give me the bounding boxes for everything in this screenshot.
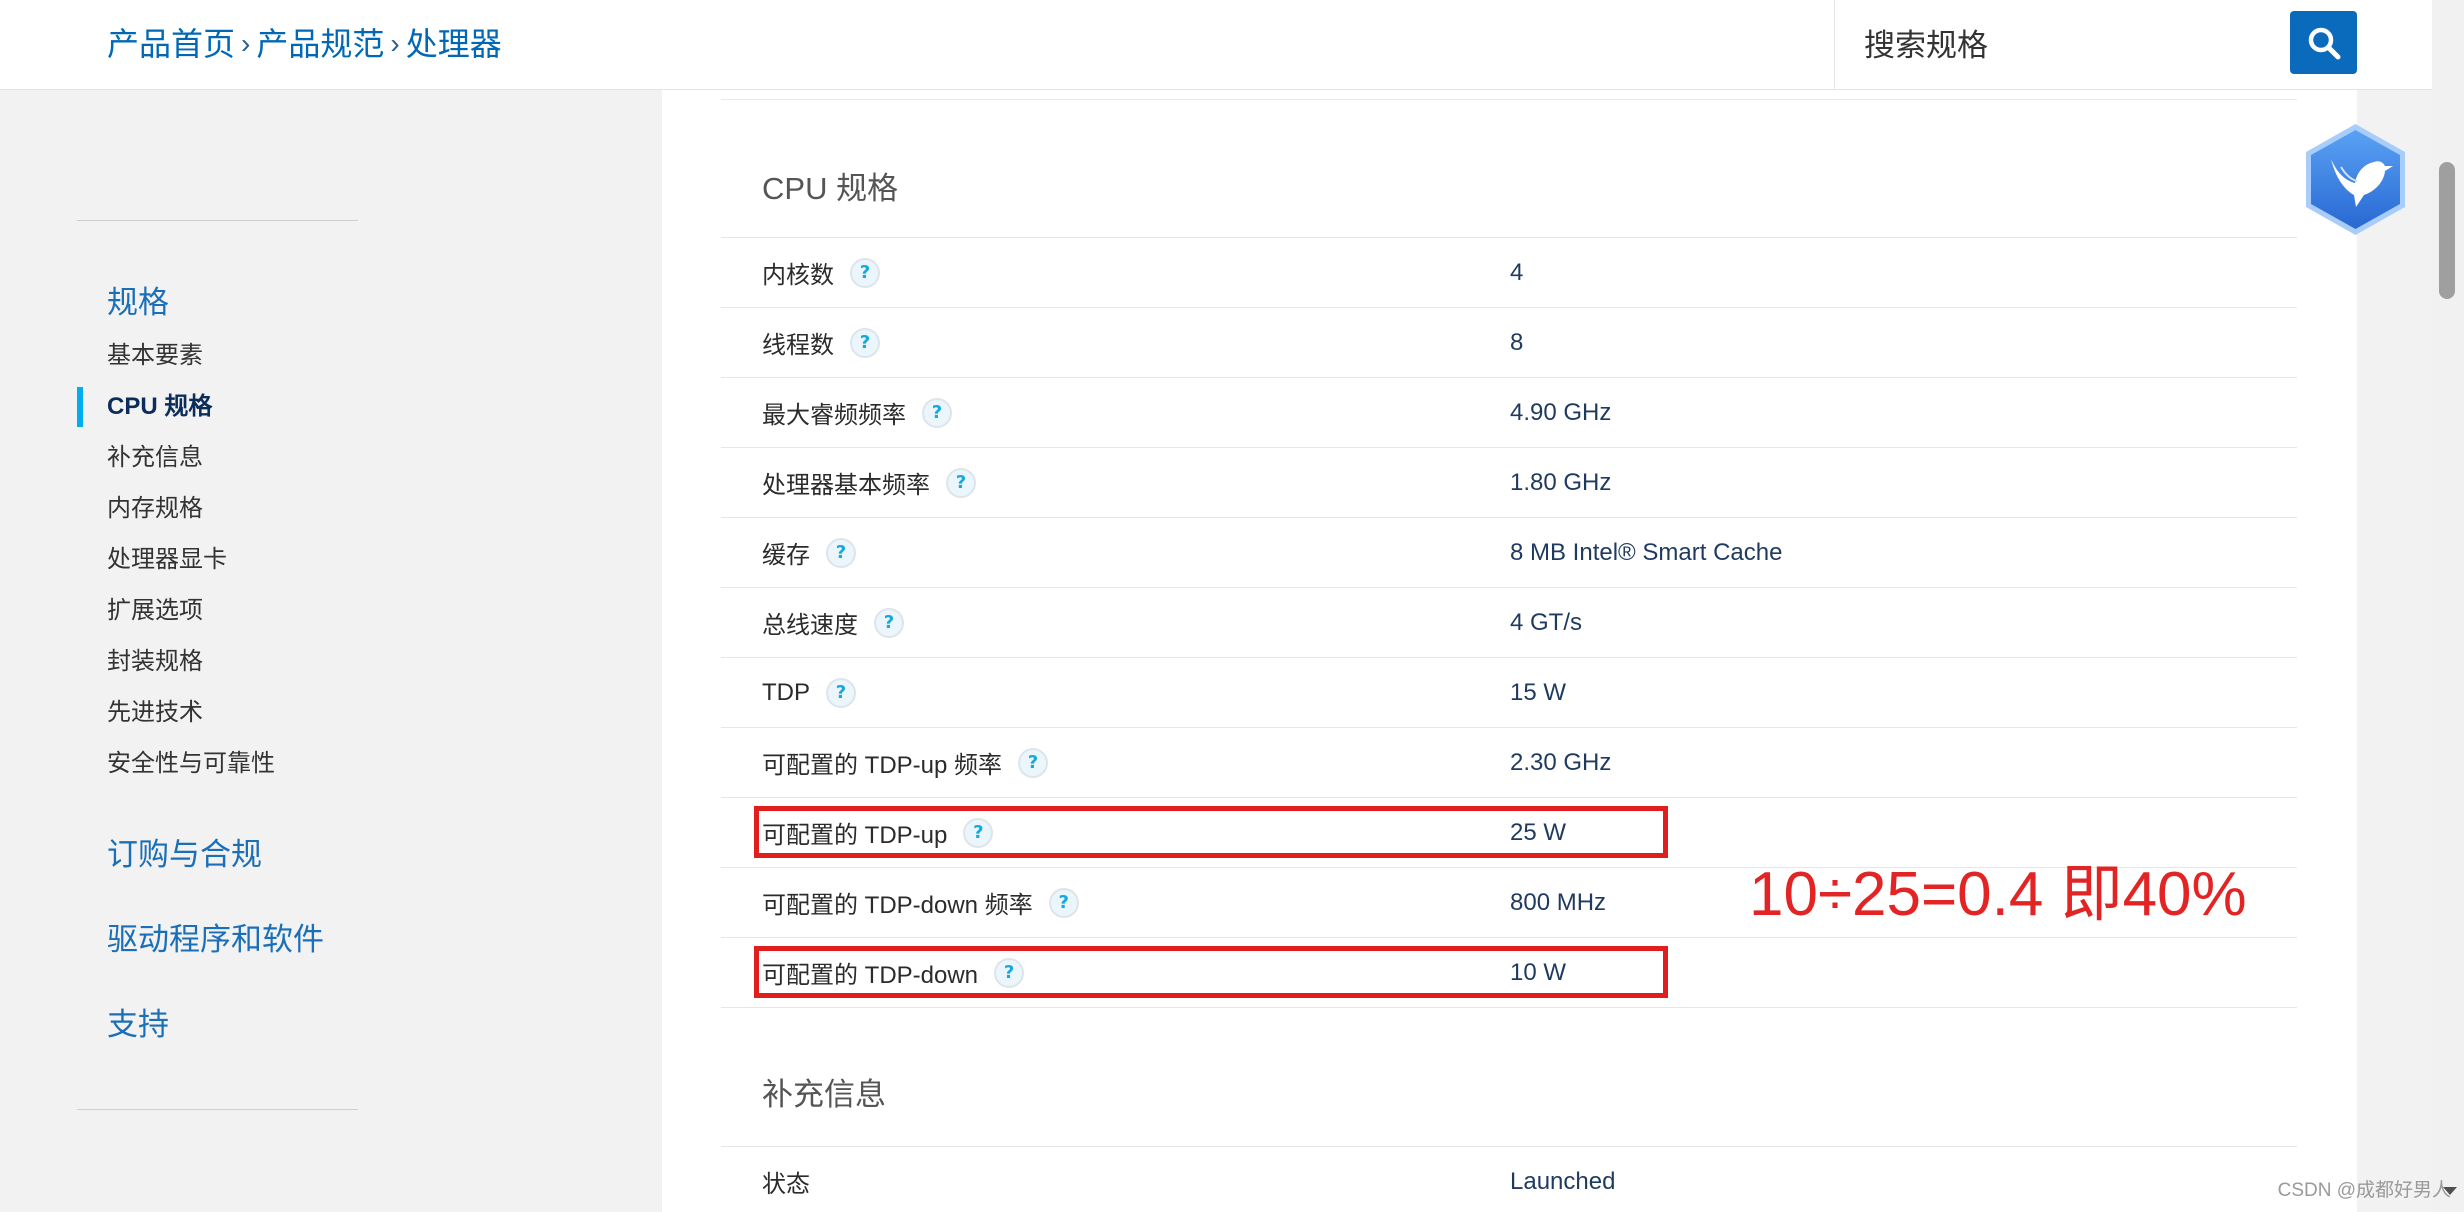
breadcrumb: 产品首页 › 产品规范 › 处理器 xyxy=(107,24,502,64)
spec-label-cell: 可配置的 TDP-down ? xyxy=(762,938,1025,1007)
spec-row: 线程数 ? 8 xyxy=(721,308,2297,378)
sidebar-item-expansion[interactable]: 扩展选项 xyxy=(107,585,275,636)
sidebar-divider-bottom xyxy=(77,1109,358,1110)
spec-row: 内核数 ? 4 xyxy=(721,238,2297,308)
spec-value: 4 xyxy=(1510,259,1524,286)
sidebar-item-package[interactable]: 封装规格 xyxy=(107,636,275,687)
supplemental-spec-table: 状态 Launched xyxy=(721,1146,2297,1212)
spec-label: 可配置的 TDP-down 频率 xyxy=(762,892,1033,919)
section-title-cpu: CPU 规格 xyxy=(762,171,899,206)
content-top-divider xyxy=(721,99,2297,100)
help-icon[interactable]: ? xyxy=(1018,747,1049,778)
search-input[interactable] xyxy=(1862,20,2266,72)
breadcrumb-separator: › xyxy=(390,28,400,59)
sidebar-item-supplemental[interactable]: 补充信息 xyxy=(107,432,275,483)
search-divider xyxy=(1834,0,1835,89)
spec-value: 1.80 GHz xyxy=(1510,469,1612,496)
spec-label: 内核数 xyxy=(762,262,834,289)
sidebar-item-essentials[interactable]: 基本要素 xyxy=(107,330,275,381)
help-icon[interactable]: ? xyxy=(1048,887,1079,918)
spec-label-cell: 总线速度 ? xyxy=(762,588,904,657)
breadcrumb-link-specs[interactable]: 产品规范 xyxy=(256,24,384,64)
help-icon[interactable]: ? xyxy=(850,257,880,288)
spec-row: 可配置的 TDP-down ? 10 W xyxy=(721,938,2297,1008)
spec-value: 10 W xyxy=(1510,959,1567,986)
spec-value: 800 MHz xyxy=(1510,889,1607,916)
spec-label-cell: 可配置的 TDP-up ? xyxy=(762,798,994,867)
help-icon[interactable]: ? xyxy=(963,817,994,848)
help-icon[interactable]: ? xyxy=(994,957,1025,988)
spec-label: 可配置的 TDP-down xyxy=(762,962,979,989)
annotation-text: 10÷25=0.4 即40% xyxy=(1749,860,2247,929)
watermark: CSDN @成都好男人 xyxy=(2277,1180,2451,1201)
spec-label: 可配置的 TDP-up 频率 xyxy=(762,752,1003,779)
spec-label-cell: 状态 xyxy=(762,1147,810,1212)
spec-label-cell: 处理器基本频率 ? xyxy=(762,448,976,517)
spec-label: 状态 xyxy=(762,1171,810,1198)
spec-label: 可配置的 TDP-up xyxy=(762,822,948,849)
spec-label: TDP xyxy=(762,678,810,706)
spec-row: TDP ? 15 W xyxy=(721,658,2297,728)
sidebar-spec-list: 基本要素 CPU 规格 补充信息 内存规格 处理器显卡 扩展选项 封装规格 先进… xyxy=(77,330,275,789)
sidebar-item-advanced-tech[interactable]: 先进技术 xyxy=(107,687,275,738)
search-button[interactable] xyxy=(2290,11,2357,74)
spec-value: 4 GT/s xyxy=(1510,609,1583,636)
spec-label-cell: 可配置的 TDP-down 频率 ? xyxy=(762,868,1079,937)
help-icon[interactable]: ? xyxy=(826,537,856,568)
spec-label: 最大睿频频率 xyxy=(762,402,906,429)
sidebar-section-drivers[interactable]: 驱动程序和软件 xyxy=(107,915,324,1000)
sidebar-divider-top xyxy=(77,220,358,221)
spec-row: 最大睿频频率 ? 4.90 GHz xyxy=(721,378,2297,448)
sidebar-item-cpu-specs[interactable]: CPU 规格 xyxy=(77,381,275,432)
spec-label-cell: 线程数 ? xyxy=(762,308,880,377)
sidebar-item-memory[interactable]: 内存规格 xyxy=(107,483,275,534)
spec-label-cell: 内核数 ? xyxy=(762,238,880,307)
sidebar-item-graphics[interactable]: 处理器显卡 xyxy=(107,534,275,585)
spec-label: 总线速度 xyxy=(762,612,858,639)
spec-value: 4.90 GHz xyxy=(1510,399,1612,426)
spec-label: 处理器基本频率 xyxy=(762,472,930,499)
spec-value: 25 W xyxy=(1510,819,1567,846)
spec-value: 2.30 GHz xyxy=(1510,749,1612,776)
spec-label: 缓存 xyxy=(762,542,810,569)
breadcrumb-link-home[interactable]: 产品首页 xyxy=(107,24,235,64)
section-title-supplemental: 补充信息 xyxy=(762,1077,886,1112)
spec-value: Launched xyxy=(1510,1168,1616,1195)
sidebar-item-security[interactable]: 安全性与可靠性 xyxy=(107,738,275,789)
help-icon[interactable]: ? xyxy=(850,327,880,358)
sidebar-sections: 订购与合规 驱动程序和软件 支持 xyxy=(107,830,324,1085)
spec-label-cell: TDP ? xyxy=(762,658,856,727)
sidebar-heading-specs[interactable]: 规格 xyxy=(107,278,169,328)
spec-label-cell: 可配置的 TDP-up 频率 ? xyxy=(762,728,1049,797)
spec-label: 线程数 xyxy=(762,332,834,359)
help-icon[interactable]: ? xyxy=(826,677,856,708)
spec-row: 可配置的 TDP-up 频率 ? 2.30 GHz xyxy=(721,728,2297,798)
bird-hexagon-logo-icon[interactable] xyxy=(2305,123,2406,236)
spec-row: 可配置的 TDP-up ? 25 W xyxy=(721,798,2297,868)
sidebar-section-ordering[interactable]: 订购与合规 xyxy=(107,830,324,915)
header: 产品首页 › 产品规范 › 处理器 xyxy=(0,0,2432,90)
spec-label-cell: 缓存 ? xyxy=(762,518,856,587)
scrollbar-thumb[interactable] xyxy=(2439,162,2455,299)
breadcrumb-link-processors[interactable]: 处理器 xyxy=(406,24,502,64)
spec-value: 8 MB Intel® Smart Cache xyxy=(1510,539,1783,566)
spec-row: 总线速度 ? 4 GT/s xyxy=(721,588,2297,658)
help-icon[interactable]: ? xyxy=(874,607,904,638)
spec-value: 15 W xyxy=(1510,679,1567,706)
spec-row: 状态 Launched xyxy=(721,1147,2297,1212)
breadcrumb-separator: › xyxy=(241,28,251,59)
spec-row: 处理器基本频率 ? 1.80 GHz xyxy=(721,448,2297,518)
help-icon[interactable]: ? xyxy=(922,397,952,428)
spec-value: 8 xyxy=(1510,329,1524,356)
spec-label-cell: 最大睿频频率 ? xyxy=(762,378,952,447)
search-icon xyxy=(2308,27,2340,59)
help-icon[interactable]: ? xyxy=(946,467,976,498)
sidebar-section-support[interactable]: 支持 xyxy=(107,1000,324,1085)
page: 产品首页 › 产品规范 › 处理器 规格 基本要素 CPU 规格 补充信息 内存… xyxy=(0,0,2464,1212)
spec-row: 缓存 ? 8 MB Intel® Smart Cache xyxy=(721,518,2297,588)
